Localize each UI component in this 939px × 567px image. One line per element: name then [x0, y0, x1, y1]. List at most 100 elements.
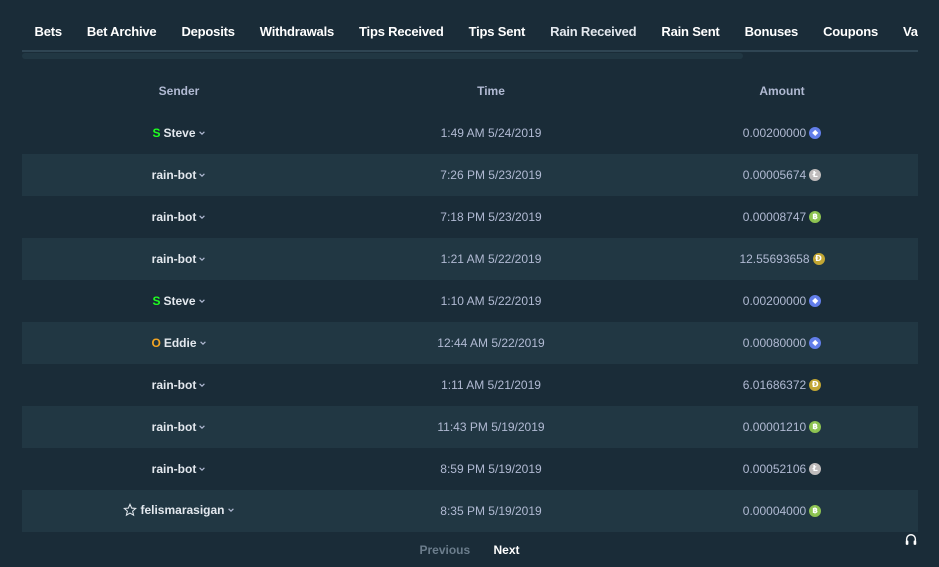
headset-icon: [905, 534, 917, 545]
chevron-down-icon: [227, 507, 234, 512]
sender-name[interactable]: felismarasigan: [123, 503, 234, 517]
sender-name[interactable]: rain-bot: [152, 462, 207, 476]
table-row: O Eddie 12:44 AM 5/22/2019 0.00080000 ◆: [22, 322, 918, 364]
time-header: Time: [477, 84, 505, 98]
ltc-icon: Ł: [809, 463, 822, 475]
amount-cell: 0.00052106 Ł: [742, 462, 822, 476]
table-row: S Steve 1:49 AM 5/24/2019 0.00200000 ◆: [22, 112, 918, 154]
pagination: Previous Next: [0, 543, 939, 557]
tab-deposits[interactable]: Deposits: [169, 13, 247, 50]
time-cell: 12:44 AM 5/22/2019: [437, 336, 545, 350]
doge-icon: Đ: [812, 253, 825, 265]
amount-cell: 0.00080000 ◆: [742, 336, 822, 350]
chevron-down-icon: [199, 467, 206, 472]
bch-icon: ฿: [809, 211, 822, 223]
amount-cell: 0.00001210 ฿: [742, 420, 822, 434]
time-cell: 8:35 PM 5/19/2019: [440, 504, 542, 518]
chevron-down-icon: [199, 341, 206, 346]
sender-name[interactable]: rain-bot: [152, 252, 207, 266]
bch-icon: ฿: [809, 421, 822, 433]
sender-label: Eddie: [163, 336, 197, 350]
amount-value: 0.00008747: [742, 210, 807, 224]
chevron-down-icon: [198, 131, 205, 136]
time-cell: 7:18 PM 5/23/2019: [440, 210, 542, 224]
amount-cell: 0.00200000 ◆: [743, 126, 822, 140]
time-cell: 8:59 PM 5/19/2019: [440, 462, 542, 476]
amount-cell: 6.01686372 Đ: [742, 378, 822, 392]
chevron-down-icon: [199, 383, 206, 388]
tab-withdrawals[interactable]: Withdrawals: [247, 13, 346, 50]
amount-value: 0.00200000: [742, 294, 807, 308]
tab-tips-received[interactable]: Tips Received: [347, 13, 457, 50]
table-row: rain-bot 7:18 PM 5/23/2019 0.00008747 ฿: [22, 196, 918, 238]
time-cell: 1:21 AM 5/22/2019: [440, 252, 542, 266]
rank-badge: S: [152, 126, 161, 140]
amount-value: 0.00001210: [742, 420, 807, 434]
sender-label: rain-bot: [151, 168, 197, 182]
star-icon: [123, 502, 138, 516]
rank-badge: O: [151, 336, 161, 350]
sender-name[interactable]: rain-bot: [152, 420, 207, 434]
ltc-icon: Ł: [809, 169, 822, 181]
eth-icon: ◆: [809, 127, 822, 139]
sender-name[interactable]: rain-bot: [152, 168, 207, 182]
sender-name[interactable]: rain-bot: [152, 378, 207, 392]
time-cell: 1:11 AM 5/21/2019: [441, 378, 541, 392]
sender-header: Sender: [158, 84, 200, 98]
amount-value: 0.00080000: [742, 336, 807, 350]
tab-bets[interactable]: Bets: [22, 13, 74, 50]
sender-label: rain-bot: [151, 462, 197, 476]
amount-value: 6.01686372: [742, 378, 807, 392]
tab-rain-sent[interactable]: Rain Sent: [649, 13, 732, 50]
table-row: rain-bot 7:26 PM 5/23/2019 0.00005674 Ł: [22, 154, 918, 196]
sender-label: rain-bot: [151, 420, 197, 434]
table-header: Sender Time Amount: [22, 70, 918, 112]
tab-rain-received[interactable]: Rain Received: [538, 13, 649, 50]
tab-bonuses[interactable]: Bonuses: [732, 13, 811, 50]
sender-name[interactable]: S Steve: [152, 294, 205, 308]
next-button[interactable]: Next: [494, 543, 520, 557]
table-body: S Steve 1:49 AM 5/24/2019 0.00200000 ◆ rain-b…: [22, 112, 918, 532]
amount-cell: 12.55693658 Đ: [739, 252, 825, 266]
rain-received-table: Sender Time Amount S Steve 1:49 AM 5/24/20…: [22, 70, 918, 532]
sender-name[interactable]: rain-bot: [152, 210, 207, 224]
amount-value: 0.00005674: [742, 168, 807, 182]
sender-label: rain-bot: [151, 252, 197, 266]
table-row: rain-bot 11:43 PM 5/19/2019 0.00001210 ฿: [22, 406, 918, 448]
sender-label: rain-bot: [151, 378, 197, 392]
time-cell: 7:26 PM 5/23/2019: [440, 168, 542, 182]
table-row: rain-bot 1:11 AM 5/21/2019 6.01686372 Đ: [22, 364, 918, 406]
bch-icon: ฿: [809, 505, 822, 517]
amount-value: 0.00004000: [742, 504, 807, 518]
table-row: rain-bot 8:59 PM 5/19/2019 0.00052106 Ł: [22, 448, 918, 490]
sender-label: rain-bot: [151, 210, 197, 224]
amount-value: 12.55693658: [739, 252, 810, 266]
tab-tips-sent[interactable]: Tips Sent: [456, 13, 537, 50]
sender-label: Steve: [163, 294, 196, 308]
previous-button[interactable]: Previous: [419, 543, 470, 557]
support-button[interactable]: [897, 526, 925, 554]
sender-label: Steve: [163, 126, 196, 140]
chevron-down-icon: [199, 425, 206, 430]
tab-coupons[interactable]: Coupons: [811, 13, 891, 50]
amount-header: Amount: [759, 84, 805, 98]
eth-icon: ◆: [809, 337, 822, 349]
tabs-scrollbar[interactable]: [22, 53, 743, 59]
eth-icon: ◆: [809, 295, 822, 307]
table-row: rain-bot 1:21 AM 5/22/2019 12.55693658 Đ: [22, 238, 918, 280]
sender-label: felismarasigan: [140, 502, 225, 517]
tab-vault-depo[interactable]: Vault Depo: [891, 13, 918, 50]
history-tabs: Bets Bet Archive Deposits Withdrawals Tips R…: [22, 13, 918, 52]
table-row: felismarasigan 8:35 PM 5/19/2019 0.0000400…: [22, 490, 918, 532]
rank-badge: S: [152, 294, 161, 308]
time-cell: 1:10 AM 5/22/2019: [440, 294, 542, 308]
amount-value: 0.00052106: [742, 462, 807, 476]
tab-bet-archive[interactable]: Bet Archive: [74, 13, 169, 50]
amount-cell: 0.00005674 Ł: [742, 168, 822, 182]
amount-cell: 0.00200000 ◆: [742, 294, 822, 308]
amount-cell: 0.00008747 ฿: [742, 210, 822, 224]
sender-name[interactable]: O Eddie: [151, 336, 206, 350]
time-cell: 11:43 PM 5/19/2019: [437, 420, 545, 434]
sender-name[interactable]: S Steve: [152, 126, 205, 140]
chevron-down-icon: [199, 215, 206, 220]
